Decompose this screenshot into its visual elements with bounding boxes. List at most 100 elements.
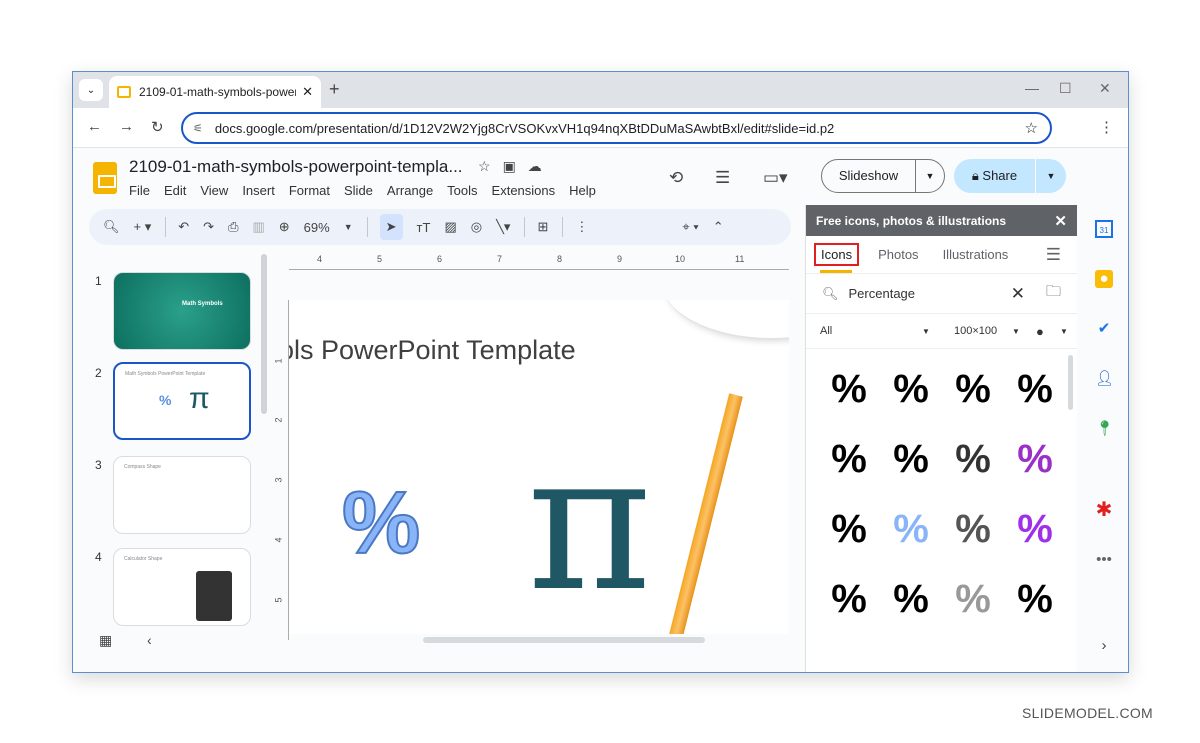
expand-sidebar-icon[interactable]: › [1095, 637, 1113, 655]
pi-shape[interactable]: π [527, 428, 652, 618]
maximize-button[interactable]: ☐ [1059, 80, 1072, 97]
icon-result-percentage[interactable]: % [818, 434, 880, 484]
icon-result-percentage[interactable]: % [880, 504, 942, 554]
slide-title[interactable]: ols PowerPoint Template [289, 335, 576, 366]
star-icon[interactable]: ☆ [478, 158, 503, 174]
share-dropdown-icon[interactable]: ▼ [1036, 171, 1066, 181]
zoom-icon[interactable]: ⊕ [279, 219, 290, 235]
contacts-icon[interactable]: 👤︎ [1095, 370, 1114, 388]
collapse-menus-icon[interactable]: ⌃ [713, 219, 724, 235]
search-menus-icon[interactable]: 🔍︎ [103, 219, 120, 235]
back-button[interactable]: ← [87, 118, 102, 135]
icon-result-percentage[interactable]: % [942, 364, 1004, 414]
minimize-button[interactable]: — [1025, 80, 1039, 96]
version-history-icon[interactable]: ⟲ [669, 168, 683, 188]
slide-canvas[interactable]: ols PowerPoint Template % π [289, 300, 789, 634]
size-filter-dropdown-icon[interactable]: ▼ [1012, 327, 1020, 336]
pencil-image[interactable] [668, 393, 743, 634]
icon-result-percentage[interactable]: % [942, 504, 1004, 554]
icon-result-percentage[interactable]: % [880, 434, 942, 484]
more-options-icon[interactable]: ⋮ [575, 219, 588, 235]
maps-icon[interactable]: 📍︎ [1095, 420, 1114, 438]
canvas-horizontal-scrollbar[interactable] [423, 637, 705, 643]
browser-menu-icon[interactable]: ⋮ [1099, 118, 1114, 136]
icon-result-percentage[interactable]: % [818, 504, 880, 554]
folder-icon[interactable]: 🗀 [1046, 281, 1061, 306]
keep-icon[interactable]: ● [1095, 270, 1113, 288]
menu-file[interactable]: File [129, 183, 150, 198]
search-input[interactable]: Percentage [849, 286, 916, 301]
icon-result-percentage[interactable]: % [880, 574, 942, 624]
menu-edit[interactable]: Edit [164, 183, 186, 198]
icon-result-percentage[interactable]: % [880, 364, 942, 414]
addon-asterisk-icon[interactable]: ✱ [1095, 500, 1113, 520]
reload-button[interactable]: ↻ [151, 118, 164, 136]
paint-format-icon[interactable]: ▥ [252, 219, 264, 235]
share-button[interactable]: 🔒︎ Share ▼ [954, 159, 1066, 193]
icon-result-percentage[interactable]: % [1004, 434, 1066, 484]
print-icon[interactable]: ⎙ [228, 219, 238, 235]
pointer-mode-icon[interactable]: ⌖ ▾ [682, 219, 698, 235]
icon-result-percentage[interactable]: % [818, 574, 880, 624]
tab-photos[interactable]: Photos [873, 245, 923, 264]
tab-icons[interactable]: Icons [814, 243, 860, 266]
tab-illustrations[interactable]: Illustrations [938, 245, 1014, 264]
select-tool-icon[interactable]: ➤ [379, 214, 403, 240]
tasks-icon[interactable]: ✔ [1095, 320, 1113, 338]
grid-view-icon[interactable]: ▦ [99, 632, 112, 649]
menu-slide[interactable]: Slide [344, 183, 373, 198]
slide-thumbnail-3[interactable]: Compass Shape [113, 456, 251, 534]
menu-view[interactable]: View [200, 183, 228, 198]
menu-format[interactable]: Format [289, 183, 330, 198]
cloud-saved-icon[interactable]: ☁ [528, 158, 554, 174]
slide-thumbnail-4[interactable]: Calculator Shape [113, 548, 251, 626]
insert-comment-icon[interactable]: ⊞ [537, 219, 548, 235]
slideshow-dropdown-icon[interactable]: ▼ [916, 171, 944, 181]
shape-icon[interactable]: ◎ [471, 219, 482, 235]
slideshow-button[interactable]: Slideshow ▼ [821, 159, 945, 193]
menu-insert[interactable]: Insert [242, 183, 275, 198]
percent-shape[interactable]: % [341, 472, 421, 574]
close-tab-icon[interactable]: ✕ [302, 84, 313, 100]
type-filter-select[interactable]: All [820, 325, 832, 337]
collapse-filmstrip-icon[interactable]: ‹ [147, 632, 152, 648]
slides-logo-icon[interactable] [93, 162, 117, 194]
size-filter-select[interactable]: 100×100 [954, 325, 997, 337]
insert-image-icon[interactable]: ▨ [444, 219, 456, 235]
calendar-icon[interactable]: 31 [1095, 220, 1113, 238]
menu-arrange[interactable]: Arrange [387, 183, 433, 198]
zoom-select[interactable]: 69% [304, 220, 330, 235]
comments-icon[interactable]: ☰ [715, 168, 730, 188]
line-icon[interactable]: ╲▾ [496, 219, 510, 235]
menu-tools[interactable]: Tools [447, 183, 477, 198]
meet-camera-icon[interactable]: ▭▾ [763, 168, 788, 188]
icon-result-percentage[interactable]: % [1004, 364, 1066, 414]
icon-result-percentage[interactable]: % [818, 364, 880, 414]
more-apps-icon[interactable]: ••• [1095, 551, 1113, 569]
color-filter-dropdown-icon[interactable]: ▼ [1060, 327, 1068, 336]
filmstrip-scrollbar[interactable] [261, 254, 267, 414]
zoom-dropdown-icon[interactable]: ▼ [344, 222, 353, 232]
color-filter-icon[interactable]: ● [1036, 324, 1044, 339]
redo-icon[interactable]: ↷ [203, 219, 214, 235]
document-title[interactable]: 2109-01-math-symbols-powerpoint-templa..… [129, 157, 463, 177]
type-filter-dropdown-icon[interactable]: ▼ [922, 327, 930, 336]
undo-icon[interactable]: ↶ [178, 219, 189, 235]
site-settings-icon[interactable]: ⚟ [193, 122, 203, 135]
hamburger-menu-icon[interactable]: ☰ [1046, 245, 1061, 265]
slide-thumbnail-1[interactable]: Math Symbols [113, 272, 251, 350]
url-input[interactable]: ⚟ docs.google.com/presentation/d/1D12V2W… [181, 112, 1052, 144]
new-tab-button[interactable]: + [329, 79, 340, 100]
close-panel-icon[interactable]: ✕ [1054, 212, 1067, 230]
icon-result-percentage[interactable]: % [942, 574, 1004, 624]
close-window-button[interactable]: ✕ [1099, 80, 1111, 97]
text-box-icon[interactable]: ᴛT [417, 220, 431, 235]
icon-result-percentage[interactable]: % [1004, 504, 1066, 554]
move-folder-icon[interactable]: ▣ [503, 158, 528, 174]
menu-extensions[interactable]: Extensions [492, 183, 556, 198]
forward-button[interactable]: → [119, 118, 134, 135]
clear-search-icon[interactable]: ✕ [1011, 284, 1025, 304]
tab-search-button[interactable]: ⌄ [79, 79, 103, 101]
panel-scrollbar[interactable] [1068, 355, 1073, 410]
new-slide-button[interactable]: + ▾ [134, 219, 152, 235]
